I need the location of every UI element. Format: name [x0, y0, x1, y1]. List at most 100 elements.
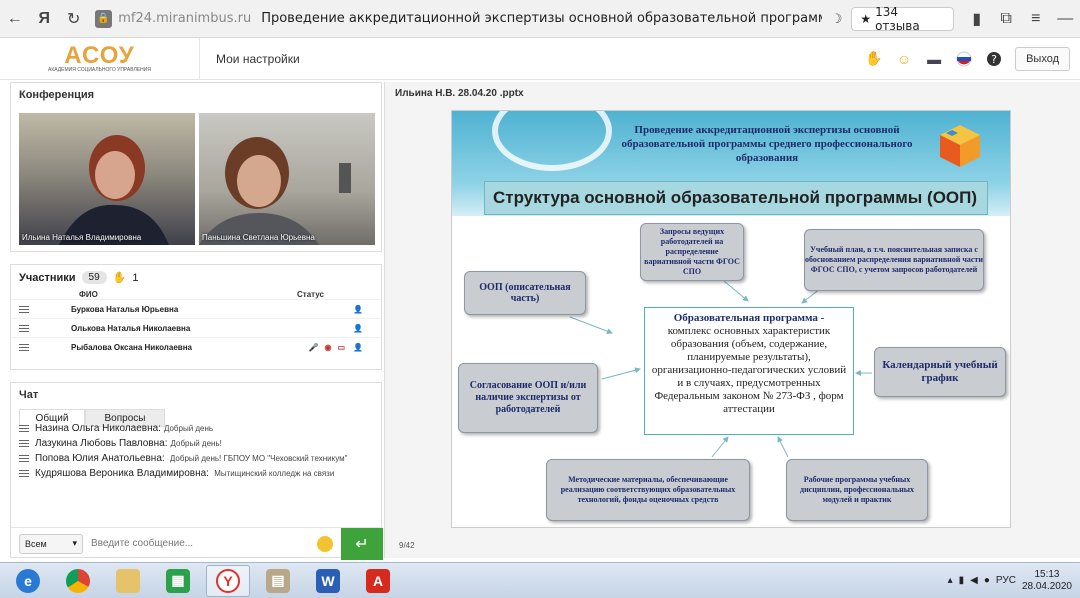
drag-handle-icon[interactable]	[19, 324, 29, 332]
tray-arrow-icon[interactable]: ▴	[948, 575, 953, 586]
video-tile[interactable]: Ильина Наталья Владимировна	[19, 113, 195, 245]
taskbar-word[interactable]: W	[306, 565, 350, 597]
message-menu-icon[interactable]	[19, 425, 29, 432]
taskbar-acrobat[interactable]: A	[356, 565, 400, 597]
box-agreement: Согласование ООП и/или наличие экспертиз…	[458, 363, 598, 433]
bookmark-icon[interactable]: ▮	[962, 4, 992, 34]
message-body: Кудряшова Вероника Владимировна: Мытищин…	[35, 468, 334, 479]
emoji-icon[interactable]: ☺	[895, 50, 913, 68]
input-language[interactable]: РУС	[996, 575, 1016, 586]
store-icon: ▦	[166, 568, 190, 593]
taskbar-explorer[interactable]	[106, 565, 150, 597]
drag-handle-icon[interactable]	[19, 343, 29, 351]
center-title: Образовательная программа -	[673, 312, 825, 324]
user-status-icon: 👤	[353, 304, 363, 314]
clock-date: 28.04.2020	[1021, 580, 1072, 592]
taskbar-ie[interactable]: e	[6, 565, 50, 597]
yandex-icon[interactable]: Я	[30, 4, 60, 34]
screen-icon[interactable]: ▭	[337, 343, 345, 352]
chat-messages[interactable]: Назина Ольга Николаевна: Добрый день Лаз…	[19, 423, 375, 519]
folder-icon[interactable]: ▬	[925, 50, 943, 68]
volume-icon[interactable]: ◀	[970, 575, 978, 586]
presentation-slide[interactable]: Проведение аккредитационной экспертизы о…	[451, 110, 1011, 528]
raise-hand-icon[interactable]: ✋	[865, 50, 883, 68]
taskbar-chrome[interactable]	[56, 565, 100, 597]
collections-icon[interactable]: ⧉	[992, 4, 1022, 34]
reload-icon[interactable]: ↻	[59, 4, 89, 34]
recipient-value: Всем	[25, 538, 47, 549]
message-menu-icon[interactable]	[19, 470, 29, 477]
participant-video	[199, 137, 351, 245]
chat-message: Кудряшова Вероника Владимировна: Мытищин…	[19, 468, 375, 479]
clock[interactable]: 15:13 28.04.2020	[1022, 569, 1072, 593]
message-text: Добрый день! ГБПОУ МО "Чеховский технику…	[169, 454, 348, 463]
app-header: АСОУ АКАДЕМИЯ СОЦИАЛЬНОГО УПРАВЛЕНИЯ Мои…	[0, 37, 1080, 80]
message-author: Попова Юлия Анатольевна:	[35, 453, 165, 464]
box-curriculum: Учебный план, в т.ч. пояснительная запис…	[804, 229, 984, 291]
drag-handle-icon[interactable]	[19, 305, 29, 313]
address-domain[interactable]: mf24.miranimbus.ru	[118, 11, 251, 26]
presentation-panel: Ильина Н.В. 28.04.20 .pptx Проведение ак…	[384, 82, 1080, 558]
word-icon: W	[316, 568, 340, 593]
box-calendar: Календарный учебный график	[874, 347, 1006, 397]
col-status-header: Статус	[297, 290, 324, 299]
minimize-icon[interactable]: —	[1051, 4, 1080, 34]
user-status-icon: 👤	[353, 323, 363, 333]
back-arrow-icon[interactable]: ←	[0, 4, 30, 34]
language-flag-icon[interactable]	[955, 50, 973, 68]
chat-section: Чат Общий Вопросы Назина Ольга Николаевн…	[10, 382, 383, 560]
yandex-browser-icon: Y	[216, 568, 240, 593]
table-row[interactable]: Олькова Наталья Николаевна 👤	[11, 318, 381, 337]
my-settings-link[interactable]: Мои настройки	[216, 52, 300, 66]
lock-icon[interactable]: 🔒	[94, 9, 113, 28]
chat-message: Попова Юлия Анатольевна: Добрый день! ГБ…	[19, 453, 375, 464]
box-methods: Методические материалы, обеспечивающие р…	[546, 459, 750, 521]
taskbar-store[interactable]: ▦	[156, 565, 200, 597]
box-employer-requests: Запросы ведущих работодателей на распред…	[640, 223, 744, 281]
reviews-button[interactable]: ★ 134 отзыва	[851, 4, 954, 33]
participants-section: Участники 59 ✋ 1 ФИО Статус Буркова Ната…	[10, 264, 382, 370]
emoji-icon[interactable]	[317, 535, 333, 552]
svg-text:?: ?	[991, 53, 997, 66]
message-menu-icon[interactable]	[19, 455, 29, 462]
table-row[interactable]: Буркова Наталья Юрьевна 👤	[11, 299, 381, 318]
menu-icon[interactable]: ≡	[1021, 4, 1051, 34]
send-button[interactable]: ↵	[341, 527, 383, 560]
video-tile[interactable]: Паньшина Светлана Юрьевна	[199, 113, 375, 245]
participant-video	[59, 135, 169, 245]
message-author: Лазукина Любовь Павловна:	[35, 438, 168, 449]
conference-title: Конференция	[19, 89, 95, 101]
tray-app-icon[interactable]: ●	[984, 575, 990, 586]
box-oop: ООП (описательная часть)	[464, 271, 586, 315]
message-input[interactable]: Введите сообщение...	[91, 538, 317, 549]
message-author: Назина Ольга Николаевна:	[35, 423, 161, 434]
clock-time: 15:13	[1034, 568, 1060, 580]
taskbar-app[interactable]: ▤	[256, 565, 300, 597]
os-taskbar: e ▦ Y ▤ W A ▴ ▮ ◀ ● РУС 15:13 28.04.2020	[0, 562, 1080, 598]
recipient-select[interactable]: Всем ▾	[19, 533, 83, 554]
exit-button[interactable]: Выход	[1015, 46, 1070, 71]
chrome-icon	[66, 568, 90, 593]
chat-message: Лазукина Любовь Павловна: Добрый день!	[19, 438, 375, 449]
message-menu-icon[interactable]	[19, 440, 29, 447]
user-status-icon: 👤	[353, 342, 363, 352]
logo[interactable]: АСОУ АКАДЕМИЯ СОЦИАЛЬНОГО УПРАВЛЕНИЯ	[0, 37, 200, 80]
mic-icon[interactable]: 🎤	[309, 343, 319, 352]
reviews-count: 134 отзыва	[875, 4, 920, 33]
logo-text: АСОУ	[64, 41, 135, 69]
video-name-label: Ильина Наталья Владимировна	[22, 233, 142, 242]
page-number: 9/42	[399, 541, 415, 550]
chevron-down-icon: ▾	[72, 538, 77, 548]
taskbar-yandex[interactable]: Y	[206, 564, 250, 597]
video-name-label: Паньшина Светлана Юрьевна	[202, 233, 315, 242]
hands-count: 1	[132, 271, 139, 284]
network-icon[interactable]: ▮	[959, 575, 965, 586]
sleep-icon[interactable]: ☽	[822, 4, 852, 34]
browser-toolbar: ← Я ↻ 🔒 mf24.miranimbus.ru Проведение ак…	[0, 0, 1080, 38]
center-text: комплекс основных характеристик образова…	[651, 325, 847, 415]
help-icon[interactable]: ?	[985, 50, 1003, 68]
internet-explorer-icon: e	[16, 568, 40, 593]
table-row[interactable]: Рыбалова Оксана Николаевна 🎤 ◉ ▭ 👤	[11, 337, 381, 356]
camera-icon[interactable]: ◉	[324, 343, 331, 352]
message-text: Мытищинский колледж на связи	[214, 469, 335, 478]
